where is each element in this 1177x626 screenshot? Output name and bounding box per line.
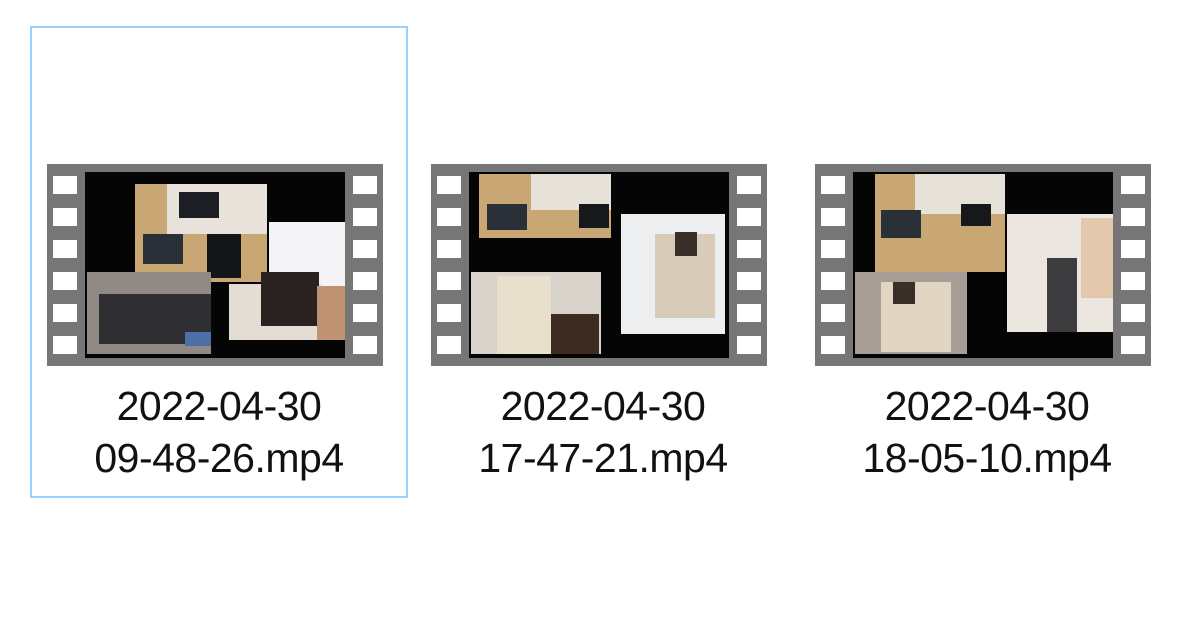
file-name-line2: 09-48-26.mp4 bbox=[94, 435, 344, 481]
file-item-1[interactable]: 2022-04-30 09-48-26.mp4 bbox=[30, 26, 408, 498]
file-name-line2: 18-05-10.mp4 bbox=[862, 435, 1112, 481]
file-name-line1: 2022-04-30 bbox=[500, 383, 706, 429]
video-thumbnail-icon bbox=[431, 164, 767, 366]
file-name-line2: 17-47-21.mp4 bbox=[478, 435, 728, 481]
file-name-label: 2022-04-30 17-47-21.mp4 bbox=[416, 380, 790, 484]
file-item-3[interactable]: 2022-04-30 18-05-10.mp4 bbox=[798, 26, 1176, 498]
video-thumbnail-icon bbox=[47, 164, 383, 366]
file-name-label: 2022-04-30 18-05-10.mp4 bbox=[800, 380, 1174, 484]
file-name-label: 2022-04-30 09-48-26.mp4 bbox=[32, 380, 406, 484]
file-name-line1: 2022-04-30 bbox=[884, 383, 1090, 429]
video-thumbnail-icon bbox=[815, 164, 1151, 366]
file-item-2[interactable]: 2022-04-30 17-47-21.mp4 bbox=[414, 26, 792, 498]
file-name-line1: 2022-04-30 bbox=[116, 383, 322, 429]
